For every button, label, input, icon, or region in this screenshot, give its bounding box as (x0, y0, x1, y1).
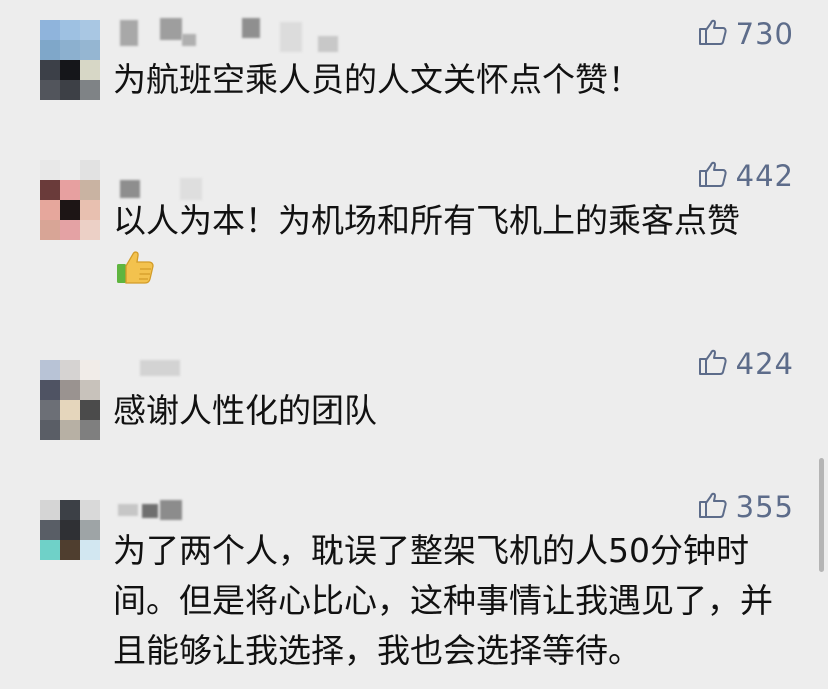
avatar[interactable] (40, 20, 100, 100)
avatar[interactable] (40, 360, 100, 440)
thumbs-up-outline-icon (698, 490, 728, 524)
avatar[interactable] (40, 500, 100, 580)
like-count: 730 (735, 17, 794, 51)
thumbs-up-emoji (114, 246, 156, 288)
username-blurred (160, 18, 182, 40)
username-blurred (160, 500, 182, 520)
like-button[interactable]: 730 (698, 14, 794, 54)
thumbs-up-outline-icon (698, 159, 728, 193)
username-blurred (242, 18, 260, 38)
like-button[interactable]: 442 (698, 156, 794, 196)
comment-text: 以人为本！为机场和所有飞机上的乘客点赞 (113, 201, 740, 240)
like-count: 355 (735, 490, 794, 524)
avatar[interactable] (40, 160, 100, 240)
like-button[interactable]: 355 (698, 487, 794, 527)
username-blurred[interactable] (118, 504, 138, 516)
like-count: 442 (735, 159, 794, 193)
comment-text: 感谢人性化的团队 (113, 391, 377, 430)
username-blurred (318, 36, 338, 52)
username-blurred (280, 22, 302, 52)
thumbs-up-outline-icon (698, 17, 728, 51)
comment-text: 为了两个人，耽误了整架飞机的人50分钟时间。但是将心比心，这种事情让我遇见了，并… (113, 531, 773, 670)
like-count: 424 (735, 347, 794, 381)
comment-text: 为航班空乘人员的人文关怀点个赞！ (113, 60, 641, 99)
thumbs-up-outline-icon (698, 347, 728, 381)
username-blurred (182, 34, 196, 46)
username-blurred[interactable] (120, 20, 138, 46)
username-blurred (142, 504, 158, 518)
scrollbar[interactable] (819, 458, 824, 572)
username-blurred[interactable] (140, 360, 180, 376)
like-button[interactable]: 424 (698, 344, 794, 384)
